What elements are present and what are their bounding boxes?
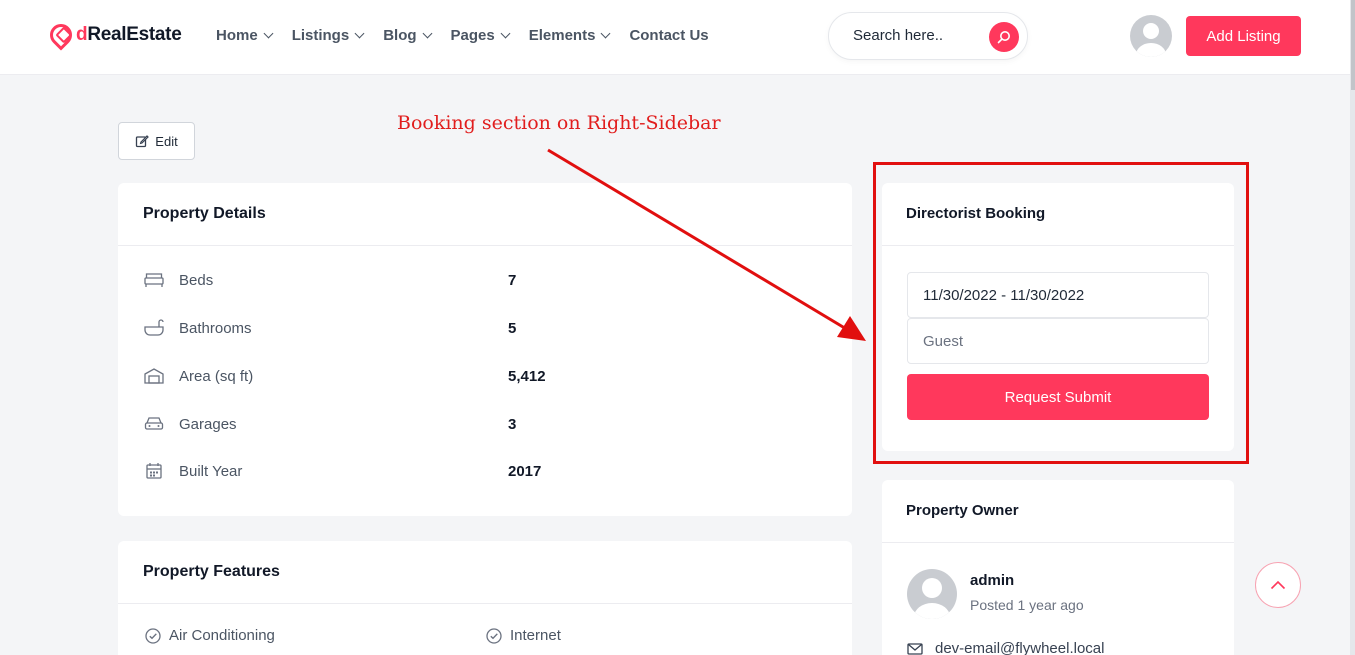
back-to-top-button[interactable] (1255, 562, 1301, 608)
chevron-up-icon (1270, 580, 1286, 590)
annotation-arrow-icon (547, 148, 866, 341)
